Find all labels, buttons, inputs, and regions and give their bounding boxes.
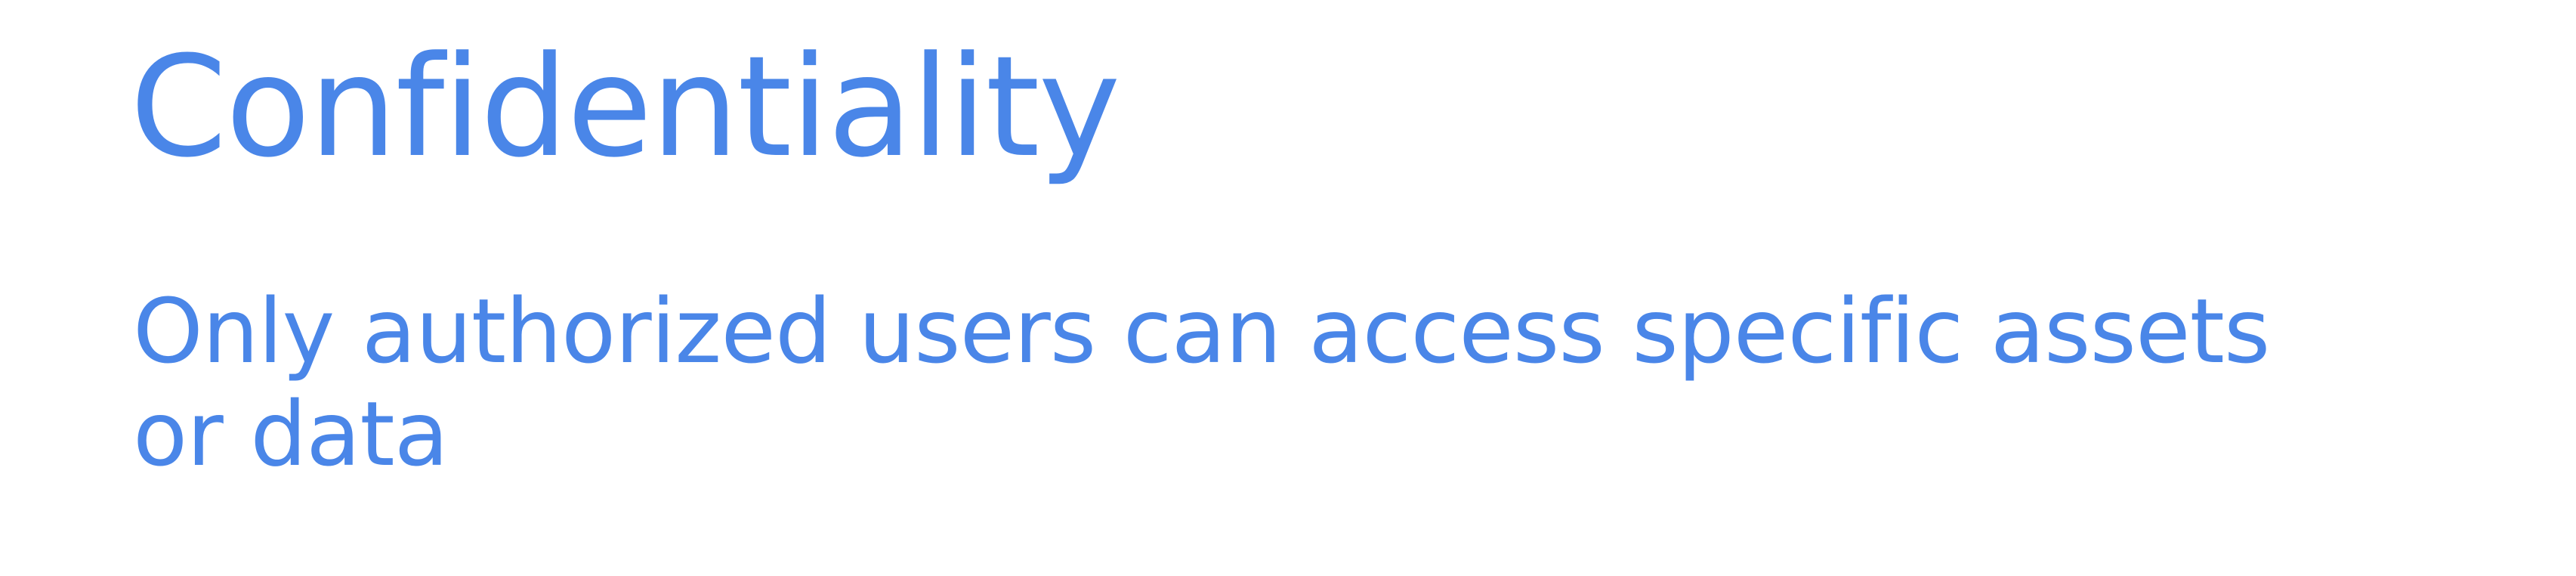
slide-title: Confidentiality xyxy=(130,26,1120,188)
slide: Confidentiality Only authorized users ca… xyxy=(0,0,2576,576)
slide-body-line-1: Only authorized users can access specifi… xyxy=(133,279,2270,383)
slide-body: Only authorized users can access specifi… xyxy=(133,280,2513,485)
slide-body-line-2: or data xyxy=(133,382,449,486)
